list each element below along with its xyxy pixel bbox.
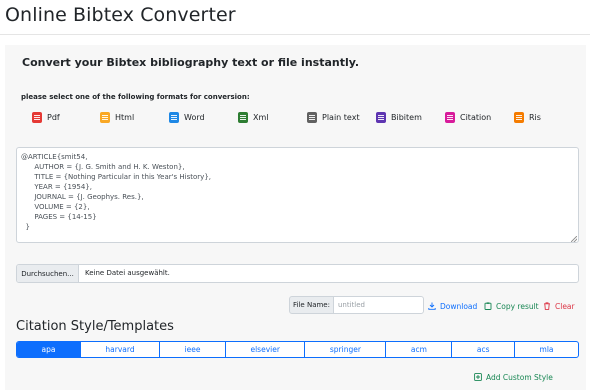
style-tab-ieee[interactable]: ieee xyxy=(159,342,225,357)
format-label: Plain text xyxy=(322,112,360,122)
copy-result-label: Copy result xyxy=(496,301,539,311)
add-custom-style-button[interactable]: Add Custom Style xyxy=(474,371,553,383)
app-title: Online Bibtex Converter xyxy=(5,4,236,26)
title-divider xyxy=(0,34,590,35)
copy-result-button[interactable]: Copy result xyxy=(484,300,539,312)
trash-icon xyxy=(544,302,550,310)
ris-file-icon xyxy=(514,111,524,123)
citation-style-tabs: apa harvard ieee elsevier springer acm a… xyxy=(16,341,579,358)
format-options: Pdf Html Word Xml Plain text Bibitem Cit… xyxy=(5,110,586,126)
browse-button[interactable]: Durchsuchen... xyxy=(17,265,79,282)
format-option-xml[interactable]: Xml xyxy=(238,110,269,124)
format-label: Xml xyxy=(253,112,269,122)
style-tab-mla[interactable]: mla xyxy=(514,342,578,357)
format-label: Bibitem xyxy=(391,112,422,122)
format-label: Pdf xyxy=(47,112,60,122)
citation-style-title: Citation Style/Templates xyxy=(16,319,174,334)
intro-tagline: Convert your Bibtex bibliography text or… xyxy=(22,56,360,69)
clipboard-icon xyxy=(484,302,492,310)
converter-panel: Convert your Bibtex bibliography text or… xyxy=(5,45,586,390)
file-name-input[interactable] xyxy=(333,296,424,314)
format-option-citation[interactable]: Citation xyxy=(445,110,491,124)
style-tab-acs[interactable]: acs xyxy=(451,342,514,357)
citation-file-icon xyxy=(445,111,455,123)
style-tab-elsevier[interactable]: elsevier xyxy=(224,342,304,357)
style-tab-harvard[interactable]: harvard xyxy=(79,342,159,357)
style-tab-springer[interactable]: springer xyxy=(304,342,385,357)
download-button[interactable]: Download xyxy=(428,300,477,312)
html-file-icon xyxy=(100,111,110,123)
add-custom-style-label: Add Custom Style xyxy=(486,372,553,382)
format-label: Html xyxy=(115,112,135,122)
file-picker[interactable]: Durchsuchen... Keine Datei ausgewählt. xyxy=(16,264,579,283)
format-option-word[interactable]: Word xyxy=(169,110,205,124)
format-option-plain-text[interactable]: Plain text xyxy=(307,110,360,124)
resize-handle[interactable] xyxy=(571,236,577,242)
word-file-icon xyxy=(169,111,179,123)
format-select-hint: please select one of the following forma… xyxy=(21,93,250,101)
add-icon xyxy=(474,373,482,381)
download-icon xyxy=(428,302,436,310)
format-option-html[interactable]: Html xyxy=(100,110,134,124)
format-label: Citation xyxy=(460,112,492,122)
format-option-ris[interactable]: Ris xyxy=(514,110,541,124)
xml-file-icon xyxy=(238,111,248,123)
clear-label: Clear xyxy=(555,301,575,311)
format-label: Ris xyxy=(529,112,541,122)
pdf-file-icon xyxy=(32,111,42,123)
format-option-bibitem[interactable]: Bibitem xyxy=(376,110,422,124)
format-label: Word xyxy=(184,112,205,122)
format-option-pdf[interactable]: Pdf xyxy=(32,110,60,124)
style-tab-acm[interactable]: acm xyxy=(385,342,451,357)
bibtex-input[interactable]: @ARTICLE{smit54, AUTHOR = {J. G. Smith a… xyxy=(16,147,579,243)
text-file-icon xyxy=(307,111,317,123)
style-tab-apa[interactable]: apa xyxy=(17,342,80,357)
download-label: Download xyxy=(440,301,478,311)
file-status: Keine Datei ausgewählt. xyxy=(85,269,170,277)
file-name-label: File Name: xyxy=(289,296,334,314)
clear-button[interactable]: Clear xyxy=(543,300,575,312)
bibitem-file-icon xyxy=(376,111,386,123)
